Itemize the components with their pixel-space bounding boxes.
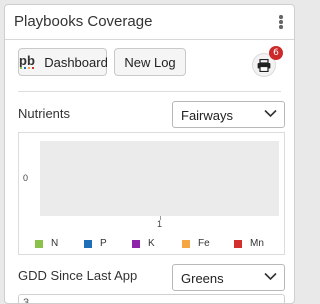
nutrients-chart: 0 1 N P K Fe Mn	[18, 132, 285, 255]
dashboard-button[interactable]: pb Dashboard	[18, 48, 108, 76]
chevron-down-icon	[264, 272, 277, 281]
nutrients-label: Nutrients	[18, 106, 71, 121]
chevron-down-icon	[264, 109, 277, 118]
dashboard-label: Dashboard	[44, 54, 108, 70]
legend-label: N	[51, 238, 59, 249]
new-log-button[interactable]: New Log	[114, 48, 186, 76]
svg-text:pb: pb	[19, 54, 35, 68]
legend-item-n[interactable]: N	[35, 238, 58, 249]
chart-plot-area	[40, 141, 279, 216]
legend-swatch	[84, 239, 92, 248]
legend-label: Mn	[250, 238, 264, 249]
card-title: Playbooks Coverage	[14, 13, 153, 30]
gdd-value-field: 3	[18, 294, 285, 304]
divider	[18, 91, 281, 92]
y-tick-label: 0	[23, 173, 29, 183]
x-tick-label: 1	[157, 219, 163, 229]
coverage-card: Playbooks Coverage pb Dashboard New Log …	[4, 4, 295, 304]
kebab-menu-icon[interactable]	[278, 15, 284, 31]
legend-item-p[interactable]: P	[84, 238, 107, 249]
gdd-area-value: Greens	[181, 271, 224, 286]
printer-icon	[257, 58, 271, 72]
gdd-value: 3	[23, 297, 30, 304]
pb-logo-icon: pb	[19, 54, 39, 70]
legend-label: P	[100, 238, 107, 249]
legend-item-fe[interactable]: Fe	[182, 238, 210, 249]
card-header: Playbooks Coverage	[5, 5, 294, 40]
legend-swatch	[132, 239, 140, 248]
legend-item-mn[interactable]: Mn	[234, 238, 264, 249]
legend-swatch	[35, 239, 43, 248]
nutrients-area-value: Fairways	[181, 108, 234, 123]
nutrients-area-select[interactable]: Fairways	[172, 101, 285, 128]
gdd-area-select[interactable]: Greens	[172, 264, 285, 291]
legend-swatch	[182, 239, 190, 248]
new-log-label: New Log	[124, 54, 176, 70]
legend-label: K	[148, 238, 155, 249]
legend-item-k[interactable]: K	[132, 238, 155, 249]
legend-swatch	[234, 239, 242, 248]
gdd-label: GDD Since Last App	[18, 268, 138, 283]
legend-label: Fe	[198, 238, 210, 249]
notification-badge: 6	[269, 46, 283, 60]
